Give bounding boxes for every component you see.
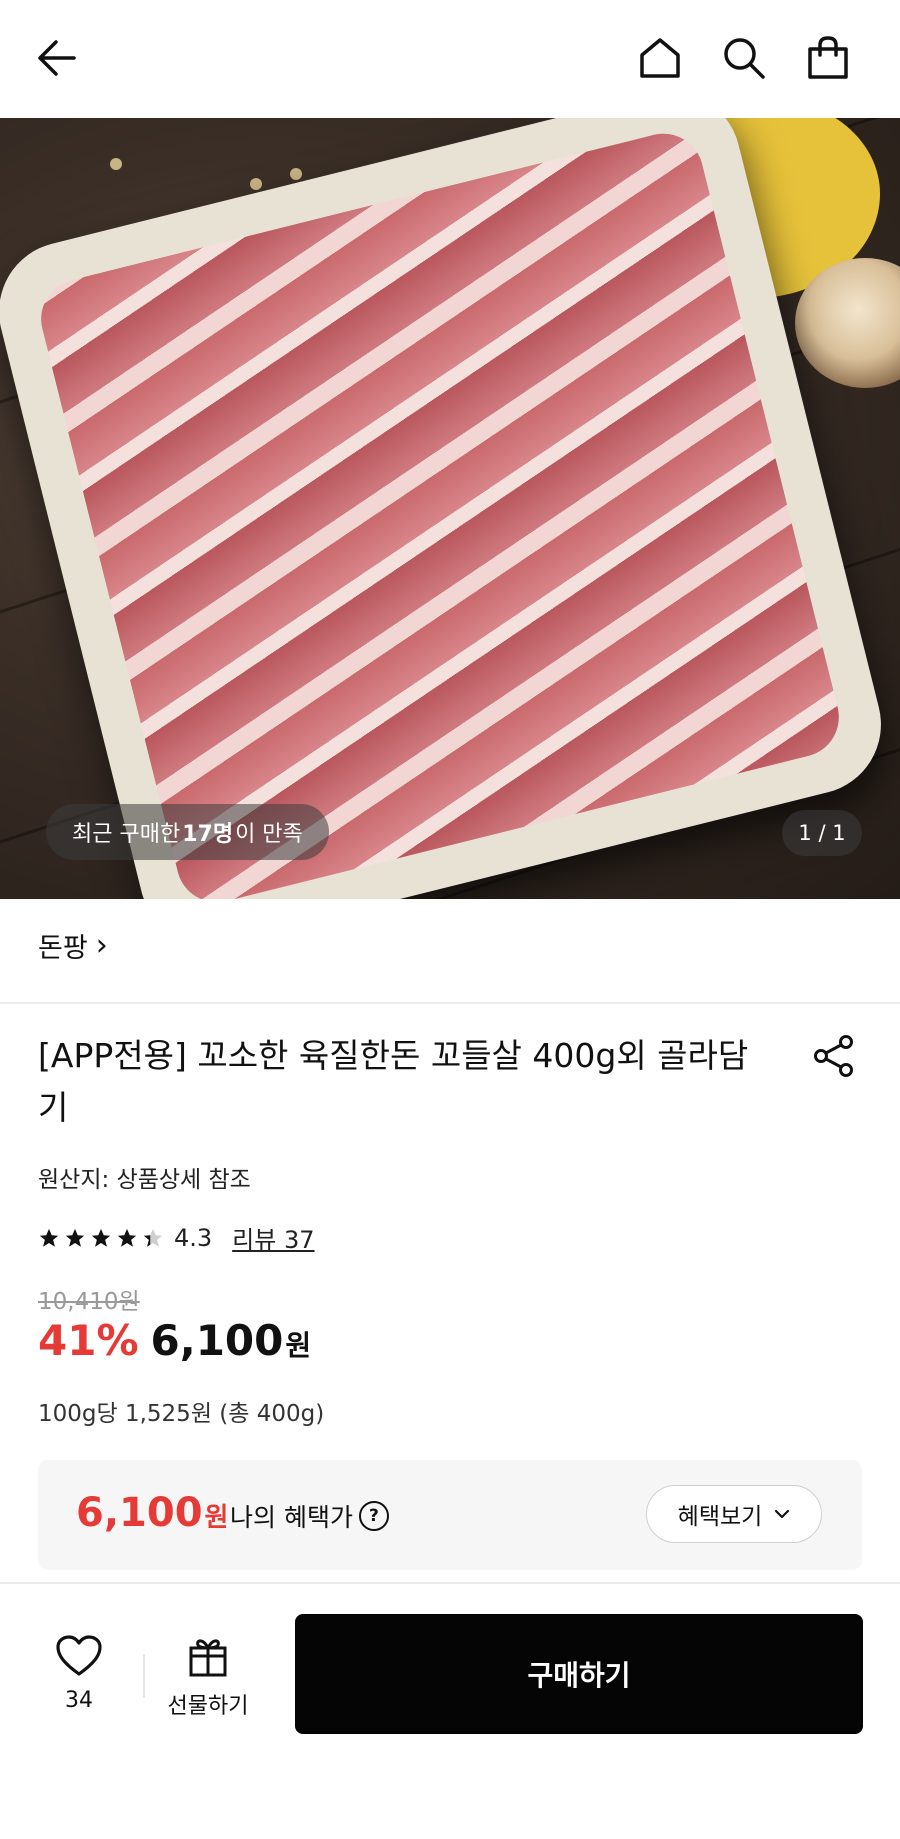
brand-link[interactable]: 돈팡 ›	[38, 926, 108, 965]
benefit-price: 6,100 원	[76, 1490, 228, 1536]
discount-rate: 41%	[38, 1316, 139, 1365]
like-count: 34	[65, 1688, 93, 1713]
star-icon	[38, 1227, 60, 1249]
price-currency: 원	[285, 1329, 312, 1362]
arrow-left-icon	[38, 40, 76, 76]
benefit-label: 나의 혜택가 ?	[230, 1498, 389, 1534]
buy-button[interactable]: 구매하기	[295, 1614, 863, 1734]
badge-prefix: 최근 구매한	[72, 822, 181, 847]
product-image-gallery[interactable]: 최근 구매한 17명 이 만족 1 / 1	[0, 118, 900, 899]
brand-name: 돈팡	[38, 933, 88, 964]
rating-value: 4.3	[174, 1223, 213, 1252]
unit-price: 100g당 1,525원 (총 400g)	[38, 1401, 325, 1427]
price-row: 41% 6,100 원	[38, 1316, 311, 1365]
star-rating	[38, 1227, 164, 1249]
decor-peppercorn	[250, 178, 262, 190]
gift-icon	[189, 1639, 227, 1677]
view-benefits-button[interactable]: 혜택보기	[646, 1485, 822, 1543]
heart-icon	[56, 1635, 102, 1676]
search-button[interactable]	[716, 30, 772, 86]
view-benefits-label: 혜택보기	[677, 1504, 763, 1530]
image-pager: 1 / 1	[782, 810, 862, 856]
benefit-currency: 원	[204, 1503, 229, 1533]
search-icon	[724, 38, 765, 79]
like-button[interactable]: 34	[46, 1634, 112, 1713]
back-button[interactable]	[28, 30, 84, 86]
shopping-bag-icon	[808, 36, 848, 79]
star-icon	[90, 1227, 112, 1249]
product-title: [APP전용] 꼬소한 육질한돈 꼬들살 400g외 골라담기	[38, 1036, 749, 1127]
share-icon	[814, 1035, 853, 1077]
satisfaction-badge: 최근 구매한 17명 이 만족	[46, 804, 329, 860]
decor-peppercorn	[290, 168, 302, 180]
star-icon	[116, 1227, 138, 1249]
help-icon[interactable]: ?	[358, 1501, 389, 1531]
share-button[interactable]	[808, 1030, 860, 1082]
benefit-price-value: 6,100	[76, 1490, 203, 1536]
original-price: 10,410원	[38, 1289, 140, 1315]
badge-suffix: 이 만족	[235, 822, 303, 847]
benefit-price-box: 6,100 원 나의 혜택가 ? 혜택보기	[38, 1460, 862, 1570]
partial-star-icon	[142, 1227, 164, 1249]
section-divider	[0, 1002, 900, 1004]
benefit-label-text: 나의 혜택가	[230, 1503, 353, 1532]
home-button[interactable]	[632, 30, 688, 86]
review-link[interactable]: 리뷰 37	[232, 1220, 314, 1255]
rating-row: 4.3 리뷰 37	[38, 1220, 315, 1255]
origin-info: 원산지: 상품상세 참조	[38, 1167, 251, 1193]
home-icon	[640, 38, 680, 78]
sale-price: 6,100	[150, 1316, 284, 1365]
badge-highlight: 17명	[182, 822, 234, 847]
decor-peppercorn	[110, 158, 122, 170]
bottom-action-bar: 34 선물하기 구매하기	[0, 1582, 900, 1839]
chevron-right-icon: ›	[95, 927, 108, 963]
top-navigation-bar	[0, 0, 900, 118]
gift-button[interactable]: 선물하기	[160, 1634, 256, 1720]
chevron-down-icon	[775, 1509, 790, 1519]
gift-label: 선물하기	[167, 1694, 249, 1719]
star-icon	[64, 1227, 86, 1249]
action-divider	[143, 1654, 145, 1698]
cart-button[interactable]	[800, 30, 856, 86]
